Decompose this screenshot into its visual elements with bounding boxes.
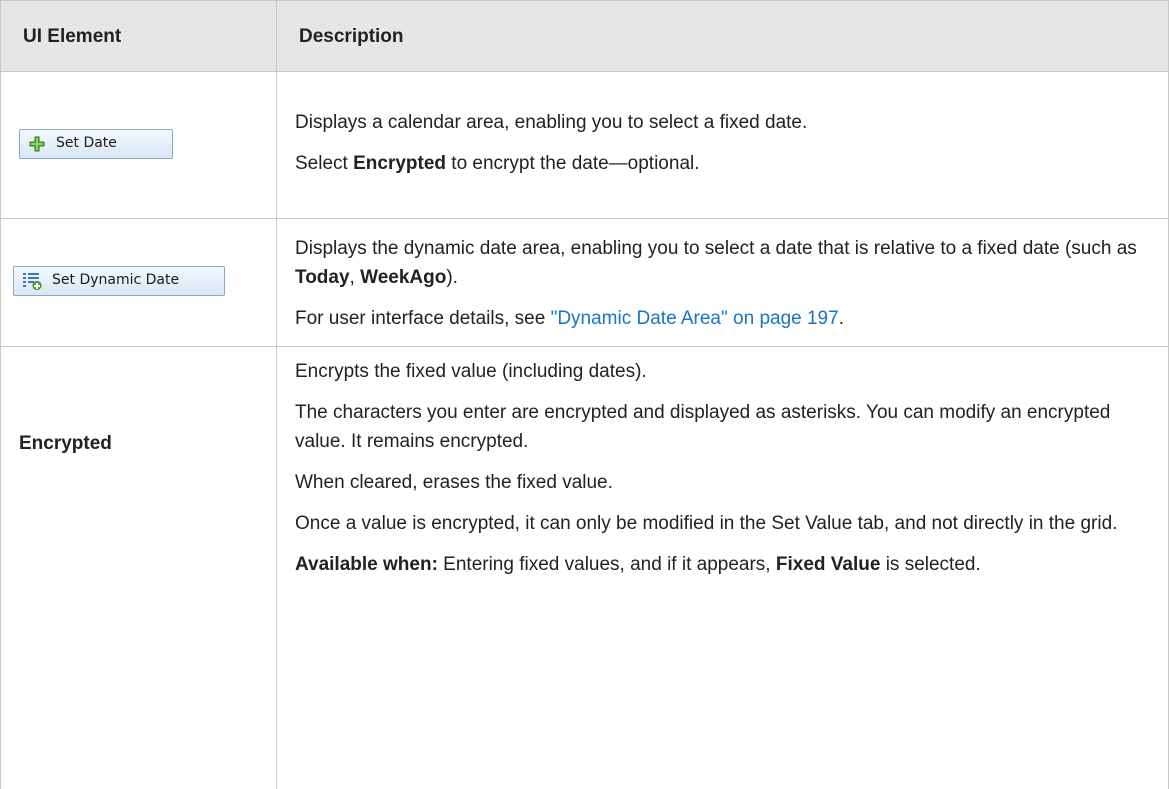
description-text: Once a value is encrypted, it can only b… <box>295 509 1148 538</box>
description-text: Select Encrypted to encrypt the date—opt… <box>295 149 1148 178</box>
description-cell: Displays the dynamic date area, enabling… <box>277 219 1169 347</box>
weekago-term: WeekAgo <box>360 267 446 288</box>
plus-icon <box>28 135 46 153</box>
table-row-set-dynamic-date: Set Dynamic Date Displays the dynamic da… <box>1 219 1169 347</box>
description-text: Displays the dynamic date area, enabling… <box>295 234 1148 292</box>
encrypted-term: Encrypted <box>353 153 446 174</box>
set-dynamic-date-label: Set Dynamic Date <box>52 266 179 295</box>
column-header-description: Description <box>277 1 1169 72</box>
description-cell: Displays a calendar area, enabling you t… <box>277 72 1169 219</box>
description-cell: Encrypts the fixed value (including date… <box>277 347 1169 789</box>
description-text: When cleared, erases the fixed value. <box>295 468 1148 497</box>
description-text: For user interface details, see "Dynamic… <box>295 304 1148 333</box>
description-text: Encrypts the fixed value (including date… <box>295 357 1148 386</box>
description-text: Available when: Entering fixed values, a… <box>295 550 1148 579</box>
set-date-label: Set Date <box>56 129 117 158</box>
table-header-row: UI Element Description <box>1 1 1169 72</box>
column-header-ui-element: UI Element <box>1 1 277 72</box>
available-when-term: Available when: <box>295 554 438 575</box>
encrypted-label: Encrypted <box>19 433 112 454</box>
today-term: Today <box>295 267 350 288</box>
ui-element-cell: Set Dynamic Date <box>1 219 277 347</box>
description-text: Displays a calendar area, enabling you t… <box>295 108 1148 137</box>
fixed-value-term: Fixed Value <box>776 554 881 575</box>
ui-element-cell: Set Date <box>1 72 277 219</box>
description-text: The characters you enter are encrypted a… <box>295 398 1148 456</box>
dynamic-date-area-link[interactable]: "Dynamic Date Area" on page 197 <box>551 308 839 329</box>
ui-element-table: UI Element Description Set Date Displays… <box>0 0 1169 789</box>
ui-element-cell: Encrypted <box>1 347 277 789</box>
set-date-button[interactable]: Set Date <box>19 129 173 159</box>
table-row-set-date: Set Date Displays a calendar area, enabl… <box>1 72 1169 219</box>
table-row-encrypted: Encrypted Encrypts the fixed value (incl… <box>1 347 1169 789</box>
set-dynamic-date-button[interactable]: Set Dynamic Date <box>13 266 225 296</box>
dynamic-list-icon <box>22 271 42 291</box>
